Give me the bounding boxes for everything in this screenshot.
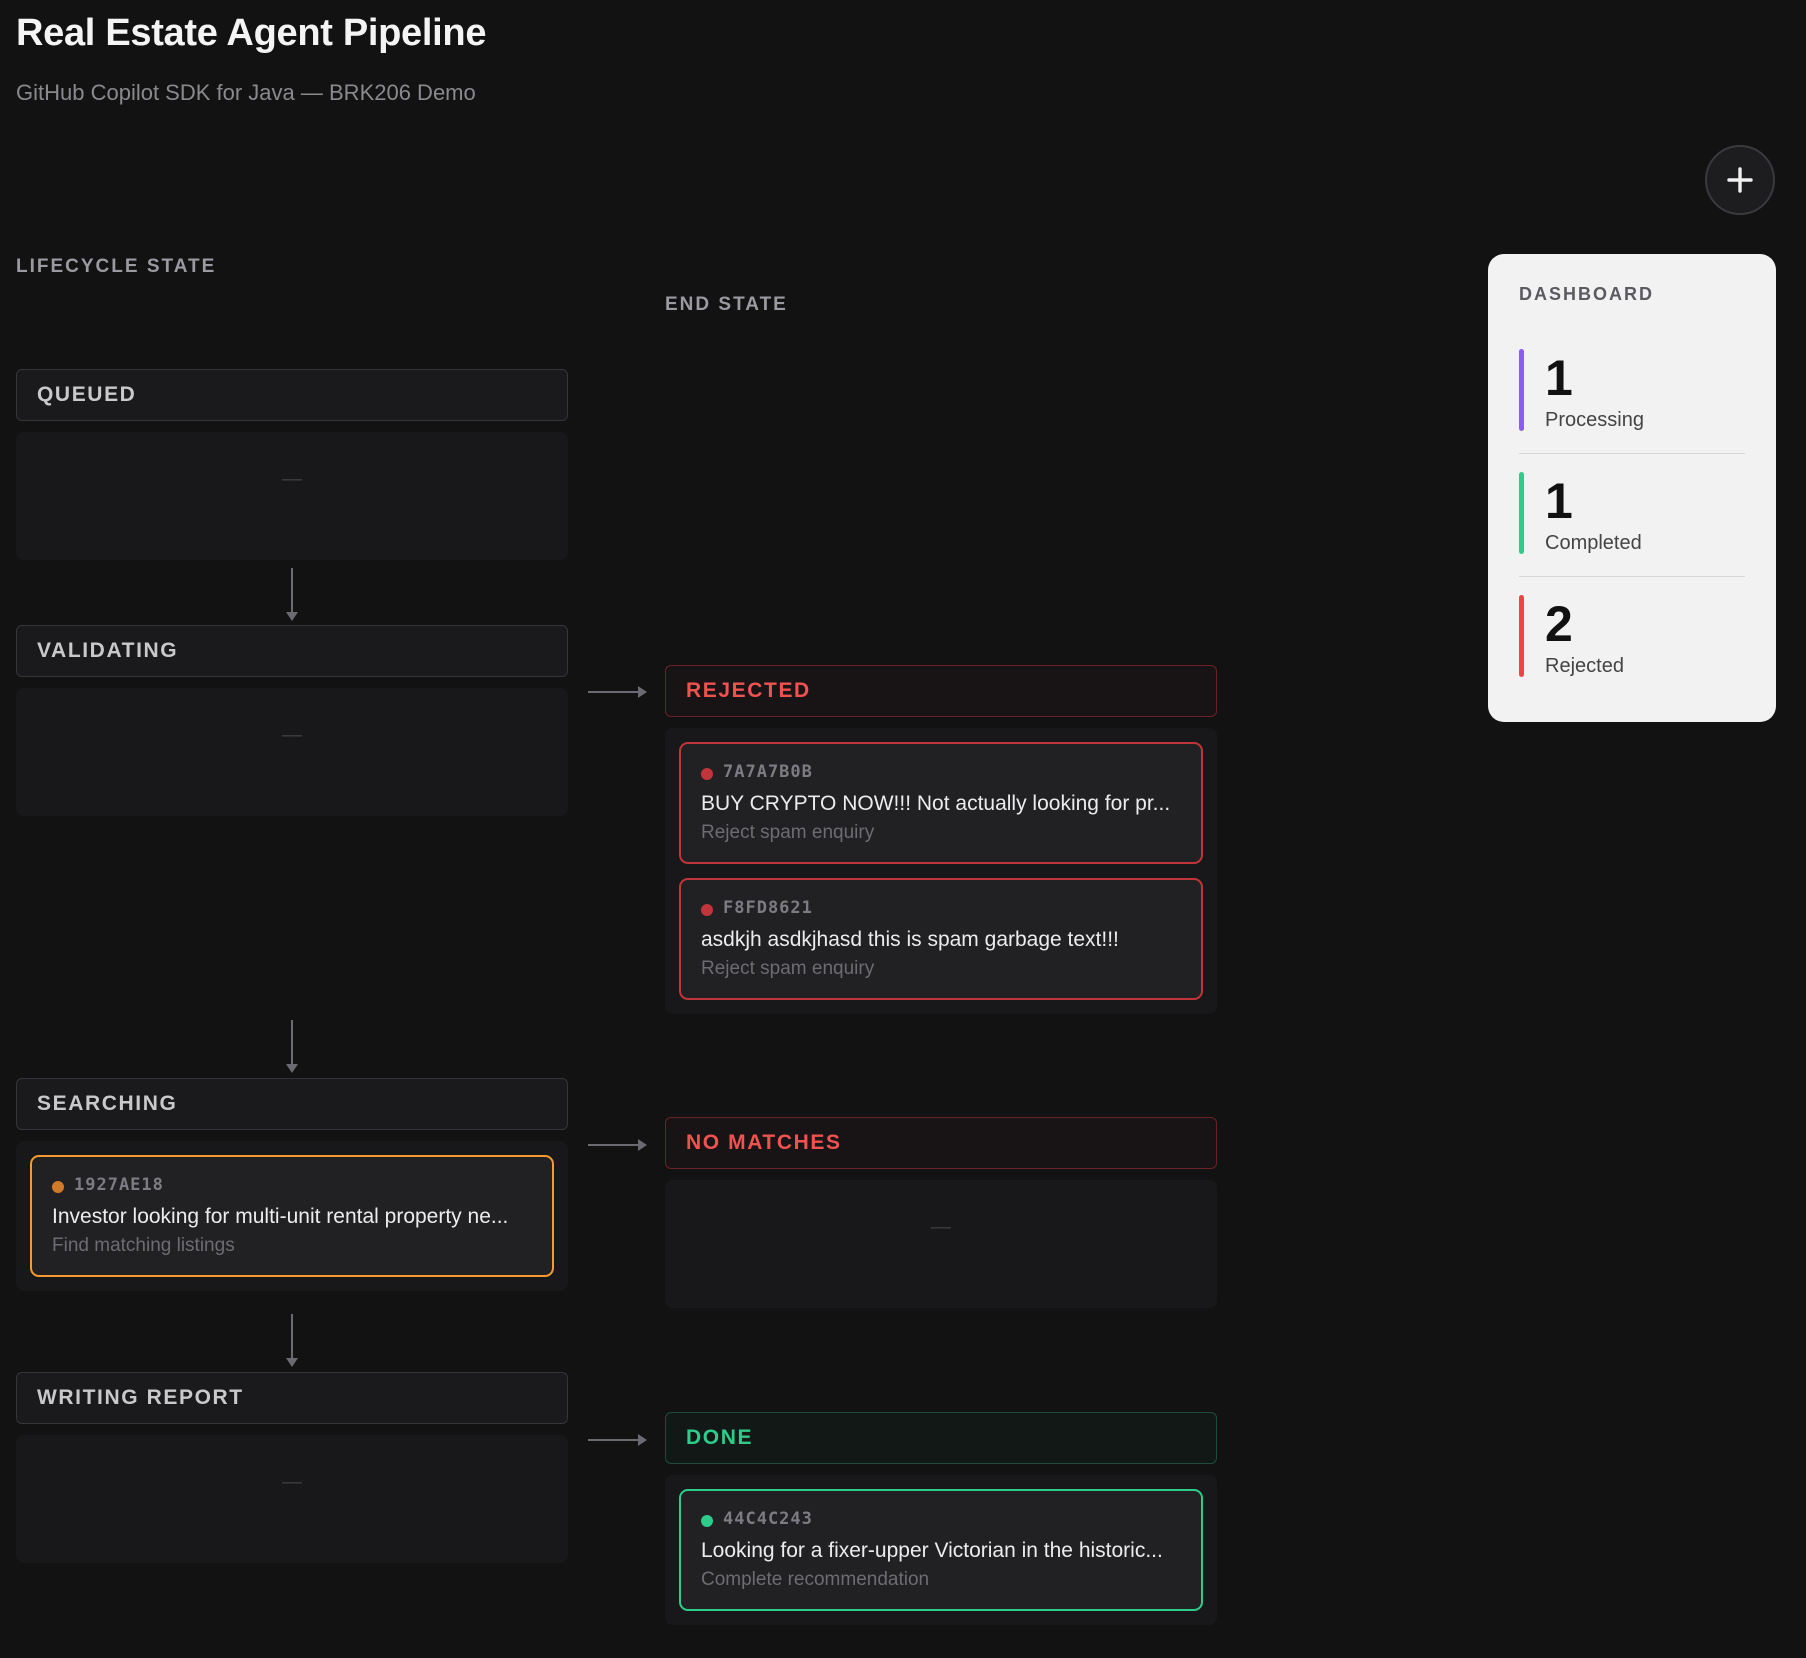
lane-body-writing-report: —	[16, 1435, 568, 1563]
lane-header-validating: VALIDATING	[16, 625, 568, 677]
stat-color-bar	[1519, 595, 1524, 677]
arrow-right-icon	[588, 1434, 647, 1446]
stat-label: Completed	[1545, 532, 1642, 554]
lane-header-searching: SEARCHING	[16, 1078, 568, 1130]
stat-processing: 1 Processing	[1519, 349, 1745, 453]
status-dot-icon	[701, 768, 713, 780]
enquiry-id: 1927AE18	[74, 1175, 164, 1195]
end-header-rejected: REJECTED	[665, 665, 1217, 717]
stat-rejected: 2 Rejected	[1519, 595, 1745, 699]
lane-body-validating: —	[16, 688, 568, 816]
page-subtitle: GitHub Copilot SDK for Java — BRK206 Dem…	[16, 80, 476, 105]
arrow-down-icon	[286, 1314, 298, 1367]
arrow-down-icon	[286, 568, 298, 621]
end-body-done: 44C4C243 Looking for a fixer-upper Victo…	[665, 1475, 1217, 1625]
enquiry-card[interactable]: 7A7A7B0B BUY CRYPTO NOW!!! Not actually …	[679, 742, 1203, 864]
stat-label: Rejected	[1545, 655, 1624, 677]
empty-placeholder: —	[931, 1216, 951, 1238]
divider	[1519, 576, 1745, 577]
lane-body-searching: 1927AE18 Investor looking for multi-unit…	[16, 1141, 568, 1291]
enquiry-action: Complete recommendation	[701, 1569, 930, 1590]
status-dot-icon	[52, 1181, 64, 1193]
dashboard-panel: DASHBOARD 1 Processing 1 Completed 2 Rej…	[1488, 254, 1776, 722]
enquiry-action: Reject spam enquiry	[701, 822, 875, 843]
enquiry-id: 44C4C243	[723, 1509, 813, 1529]
enquiry-text: BUY CRYPTO NOW!!! Not actually looking f…	[701, 792, 1171, 815]
arrow-right-icon	[588, 686, 647, 698]
enquiry-id: F8FD8621	[723, 898, 813, 918]
empty-placeholder: —	[282, 724, 302, 746]
lane-body-queued: —	[16, 432, 568, 560]
stat-color-bar	[1519, 472, 1524, 554]
dashboard-title: DASHBOARD	[1519, 284, 1654, 304]
enquiry-id: 7A7A7B0B	[723, 762, 813, 782]
stat-value: 1	[1545, 350, 1573, 406]
end-header-done: DONE	[665, 1412, 1217, 1464]
stat-label: Processing	[1545, 409, 1644, 431]
stat-value: 2	[1545, 596, 1573, 652]
end-header-no-matches: NO MATCHES	[665, 1117, 1217, 1169]
empty-placeholder: —	[282, 468, 302, 490]
end-body-rejected: 7A7A7B0B BUY CRYPTO NOW!!! Not actually …	[665, 728, 1217, 1014]
enquiry-card[interactable]: 1927AE18 Investor looking for multi-unit…	[30, 1155, 554, 1277]
end-body-no-matches: —	[665, 1180, 1217, 1308]
lifecycle-state-label: LIFECYCLE STATE	[16, 256, 217, 277]
enquiry-text: asdkjh asdkjhasd this is spam garbage te…	[701, 928, 1119, 951]
lane-header-queued: QUEUED	[16, 369, 568, 421]
stat-color-bar	[1519, 349, 1524, 431]
enquiry-text: Investor looking for multi-unit rental p…	[52, 1205, 509, 1228]
enquiry-action: Find matching listings	[52, 1235, 235, 1256]
page-title: Real Estate Agent Pipeline	[16, 12, 487, 54]
enquiry-card[interactable]: 44C4C243 Looking for a fixer-upper Victo…	[679, 1489, 1203, 1611]
stat-completed: 1 Completed	[1519, 472, 1745, 576]
plus-icon	[1727, 167, 1753, 193]
end-state-label: END STATE	[665, 294, 788, 315]
enquiry-card[interactable]: F8FD8621 asdkjh asdkjhasd this is spam g…	[679, 878, 1203, 1000]
enquiry-action: Reject spam enquiry	[701, 958, 875, 979]
arrow-right-icon	[588, 1139, 647, 1151]
divider	[1519, 453, 1745, 454]
stat-value: 1	[1545, 473, 1573, 529]
status-dot-icon	[701, 904, 713, 916]
status-dot-icon	[701, 1515, 713, 1527]
empty-placeholder: —	[282, 1471, 302, 1493]
arrow-down-icon	[286, 1020, 298, 1073]
add-enquiry-button[interactable]	[1705, 145, 1775, 215]
enquiry-text: Looking for a fixer-upper Victorian in t…	[701, 1539, 1163, 1562]
lane-header-writing-report: WRITING REPORT	[16, 1372, 568, 1424]
